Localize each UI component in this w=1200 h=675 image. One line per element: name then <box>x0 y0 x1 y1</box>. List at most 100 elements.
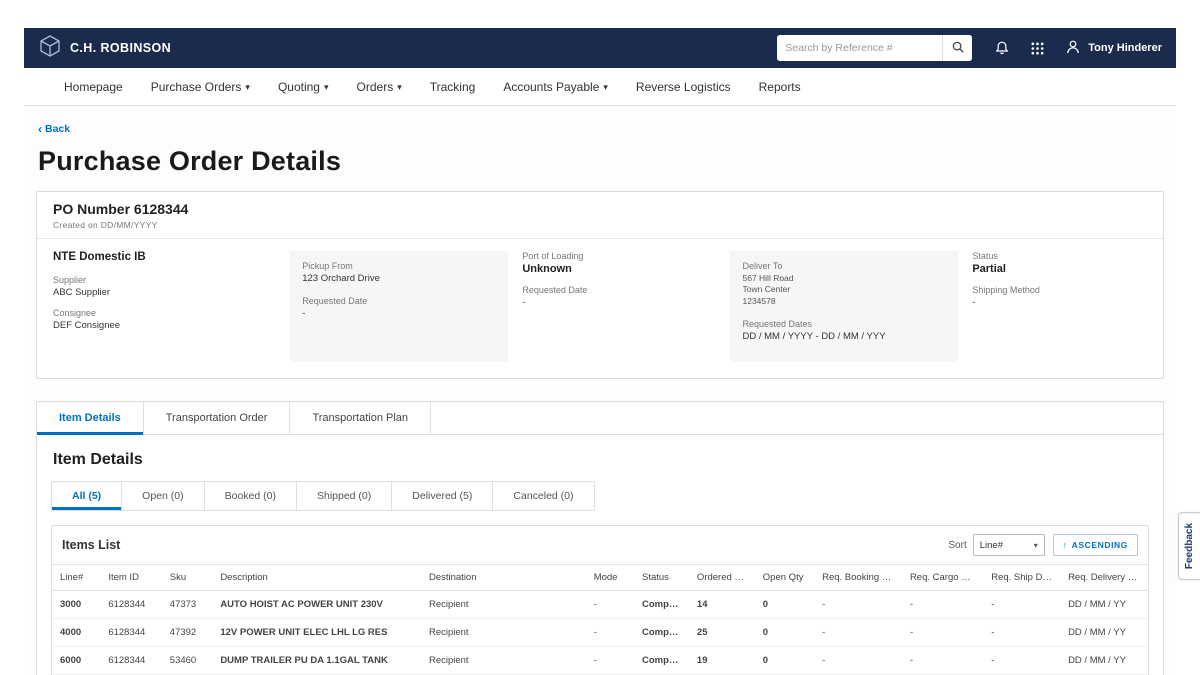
user-menu[interactable]: Tony Hinderer <box>1065 39 1162 58</box>
tab-transportation-order[interactable]: Transportation Order <box>144 402 291 434</box>
supplier-value: ABC Supplier <box>53 287 276 298</box>
nav-item-tracking[interactable]: Tracking <box>430 80 476 94</box>
table-cell: 14 <box>689 591 755 619</box>
table-cell: Complete <box>634 647 689 675</box>
table-cell: 47392 <box>162 619 213 647</box>
table-cell: - <box>586 647 634 675</box>
table-cell: - <box>814 591 902 619</box>
section-title: Item Details <box>53 451 1149 469</box>
table-cell: 6000 <box>52 647 100 675</box>
po-type: NTE Domestic IB <box>53 251 276 263</box>
table-cell: - <box>902 647 983 675</box>
supplier-label: Supplier <box>53 275 276 285</box>
status-filter-tabs: All (5) Open (0) Booked (0) Shipped (0) … <box>51 481 595 511</box>
table-cell: 6128344 <box>100 619 161 647</box>
table-cell: - <box>983 647 1060 675</box>
nav-item-homepage[interactable]: Homepage <box>64 80 123 94</box>
column-header: Req. Delivery Date <box>1060 565 1148 591</box>
port-of-loading-column: Port of Loading Unknown Requested Date - <box>522 251 716 362</box>
column-header: Req. Cargo Date <box>902 565 983 591</box>
table-cell: 0 <box>755 647 814 675</box>
deliver-address-line: 1234578 <box>742 296 946 307</box>
table-cell: 47373 <box>162 591 213 619</box>
items-list-card: Items List Sort Line# ▾ ↑ ASCENDING <box>51 525 1149 675</box>
nav-item-reports[interactable]: Reports <box>759 80 801 94</box>
po-detail-grid: NTE Domestic IB Supplier ABC Supplier Co… <box>37 239 1163 378</box>
brand[interactable]: C.H. ROBINSON <box>38 34 171 63</box>
table-cell: - <box>814 647 902 675</box>
table-cell: 25 <box>689 619 755 647</box>
table-cell: DD / MM / YY <box>1060 647 1148 675</box>
table-cell: DD / MM / YY <box>1060 619 1148 647</box>
sort-direction-button[interactable]: ↑ ASCENDING <box>1053 534 1138 556</box>
subtab-booked[interactable]: Booked (0) <box>205 482 297 510</box>
tab-bar: Item Details Transportation Order Transp… <box>37 402 1163 435</box>
po-created: Created on DD/MM/YYYY <box>53 220 1147 230</box>
column-header: Item ID <box>100 565 161 591</box>
items-list-header: Items List Sort Line# ▾ ↑ ASCENDING <box>52 526 1148 564</box>
column-header: Mode <box>586 565 634 591</box>
po-header: PO Number 6128344 Created on DD/MM/YYYY <box>37 192 1163 239</box>
tab-item-details[interactable]: Item Details <box>37 402 144 434</box>
column-header: Destination <box>421 565 586 591</box>
search-input[interactable] <box>777 35 942 61</box>
sort-select[interactable]: Line# ▾ <box>973 534 1045 556</box>
po-summary-card: PO Number 6128344 Created on DD/MM/YYYY … <box>36 191 1164 379</box>
subtab-canceled[interactable]: Canceled (0) <box>493 482 593 510</box>
chevron-down-icon: ▾ <box>603 82 608 93</box>
sort-label: Sort <box>948 540 966 551</box>
nav-item-quoting[interactable]: Quoting ▾ <box>278 80 329 94</box>
reference-search <box>777 35 972 61</box>
brand-name: C.H. ROBINSON <box>70 41 171 55</box>
consignee-label: Consignee <box>53 308 276 318</box>
nav-item-accounts-payable[interactable]: Accounts Payable ▾ <box>503 80 608 94</box>
column-header: Ordered Qty <box>689 565 755 591</box>
column-header: Req. Booking Date <box>814 565 902 591</box>
table-cell: 19 <box>689 647 755 675</box>
table-cell: 12V POWER UNIT ELEC LHL LG RES <box>212 619 421 647</box>
consignee-value: DEF Consignee <box>53 320 276 331</box>
deliver-to-panel: Deliver To 567 Hill Road Town Center 123… <box>730 251 958 362</box>
chevron-down-icon: ▾ <box>245 82 250 93</box>
notifications-bell-icon[interactable] <box>994 40 1010 56</box>
nav-item-purchase-orders[interactable]: Purchase Orders ▾ <box>151 80 250 94</box>
pickup-panel: Pickup From 123 Orchard Drive Requested … <box>290 251 508 362</box>
table-cell: DUMP TRAILER PU DA 1.1GAL TANK <box>212 647 421 675</box>
nav-item-orders[interactable]: Orders ▾ <box>357 80 402 94</box>
chevron-down-icon: ▾ <box>324 82 329 93</box>
table-row: 3000612834447373AUTO HOIST AC POWER UNIT… <box>52 591 1148 619</box>
table-cell: Recipient <box>421 619 586 647</box>
table-cell: 3000 <box>52 591 100 619</box>
user-name: Tony Hinderer <box>1088 42 1162 54</box>
column-header: Line# <box>52 565 100 591</box>
pol-requested-date-value: - <box>522 297 716 308</box>
column-header: Req. Ship Date <box>983 565 1060 591</box>
table-cell: - <box>902 619 983 647</box>
apps-grid-icon[interactable] <box>1030 41 1045 56</box>
subtab-shipped[interactable]: Shipped (0) <box>297 482 392 510</box>
status-badge: Partial <box>972 263 1147 275</box>
page-title: Purchase Order Details <box>38 146 1164 177</box>
shipping-method-value: - <box>972 297 1147 308</box>
nav-item-reverse-logistics[interactable]: Reverse Logistics <box>636 80 731 94</box>
deliver-address-line: 567 Hill Road <box>742 273 946 284</box>
search-button[interactable] <box>942 35 972 61</box>
feedback-tab[interactable]: Feedback <box>1178 512 1200 580</box>
subtab-delivered[interactable]: Delivered (5) <box>392 482 493 510</box>
subtab-all[interactable]: All (5) <box>52 482 122 510</box>
table-cell: - <box>586 591 634 619</box>
table-row: 6000612834453460DUMP TRAILER PU DA 1.1GA… <box>52 647 1148 675</box>
table-cell: DD / MM / YY <box>1060 591 1148 619</box>
column-header: Sku <box>162 565 213 591</box>
table-cell: Complete <box>634 591 689 619</box>
subtab-open[interactable]: Open (0) <box>122 482 204 510</box>
port-of-loading-value: Unknown <box>522 263 716 275</box>
pickup-value: 123 Orchard Drive <box>302 273 496 284</box>
content-area: ‹ Back Purchase Order Details PO Number … <box>24 106 1176 675</box>
tab-transportation-plan[interactable]: Transportation Plan <box>290 402 431 434</box>
table-cell: Recipient <box>421 647 586 675</box>
chr-logo-icon <box>38 34 62 63</box>
table-cell: - <box>902 591 983 619</box>
back-link[interactable]: ‹ Back <box>38 123 70 135</box>
top-bar: C.H. ROBINSON <box>24 28 1176 68</box>
